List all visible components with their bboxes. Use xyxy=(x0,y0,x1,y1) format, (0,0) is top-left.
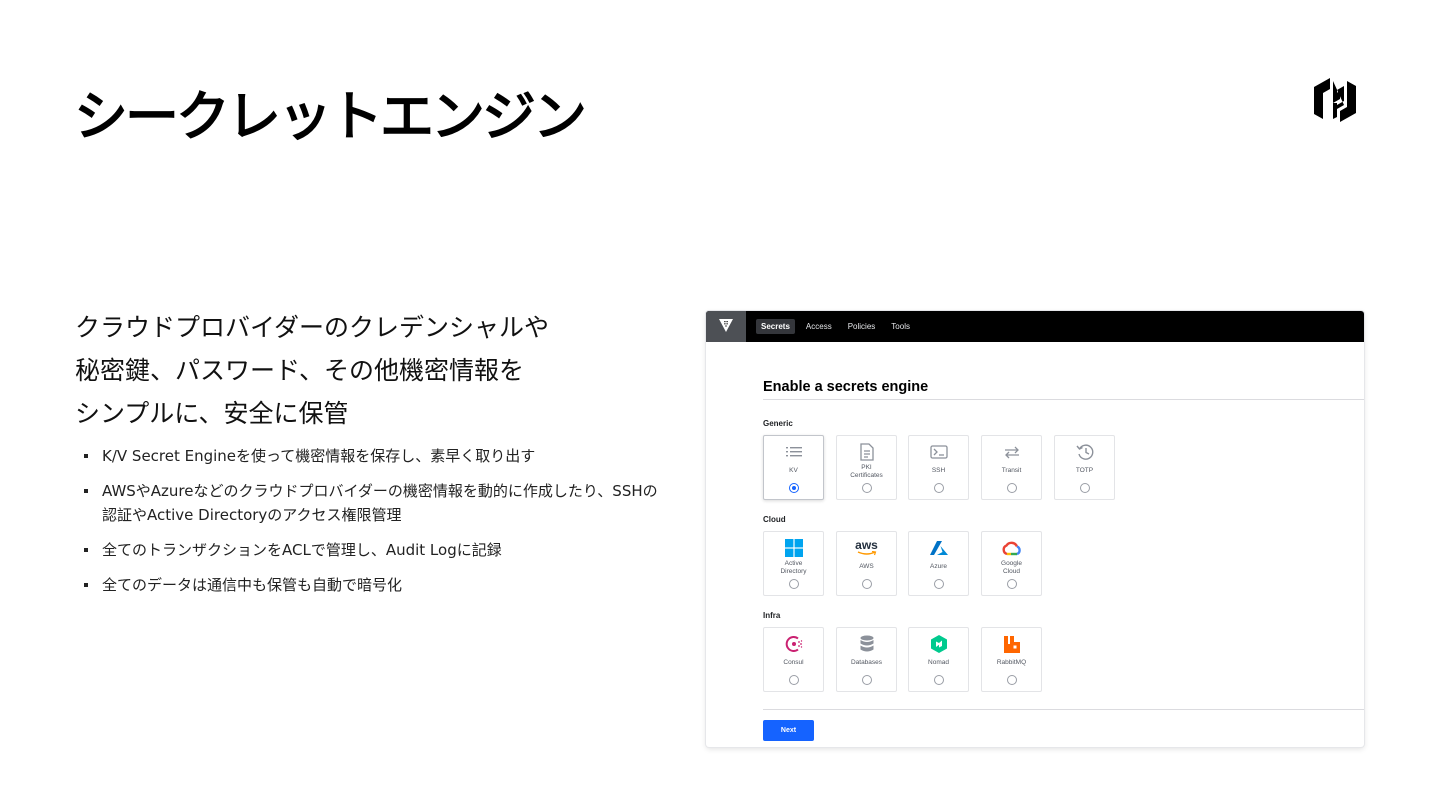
engine-card-label: RabbitMQ xyxy=(996,659,1027,666)
nav-secrets[interactable]: Secrets xyxy=(756,319,795,334)
engine-card-rabbitmq[interactable]: RabbitMQ xyxy=(981,627,1042,692)
group-label-infra: Infra xyxy=(763,611,781,620)
nomad-logo-icon xyxy=(909,634,968,654)
engine-radio[interactable] xyxy=(1007,483,1017,493)
divider xyxy=(763,399,1364,400)
engine-card-label: KV xyxy=(789,467,798,474)
top-nav-bar: Secrets Access Policies Tools xyxy=(706,311,1364,342)
engine-card-label: AWS xyxy=(859,563,874,570)
engine-radio[interactable] xyxy=(1007,579,1017,589)
engine-radio[interactable] xyxy=(1080,483,1090,493)
bullet-item: 全てのトランザクションをACLで管理し、Audit Logに記録 xyxy=(84,538,664,562)
engine-radio[interactable] xyxy=(1007,675,1017,685)
engine-card-label: Transit xyxy=(1001,467,1022,474)
azure-logo-icon xyxy=(909,538,968,558)
consul-logo-icon xyxy=(764,634,823,654)
engine-card-ssh[interactable]: SSH xyxy=(908,435,969,500)
feature-bullet-list: K/V Secret Engineを使って機密情報を保存し、素早く取り出す AW… xyxy=(84,444,664,608)
next-button[interactable]: Next xyxy=(763,720,814,741)
engine-card-transit[interactable]: Transit xyxy=(981,435,1042,500)
engine-card-nomad[interactable]: Nomad xyxy=(908,627,969,692)
document-icon xyxy=(837,442,896,462)
engine-card-label: Azure xyxy=(930,563,947,570)
engine-card-aws[interactable]: aws AWS xyxy=(836,531,897,596)
swap-arrows-icon xyxy=(982,442,1041,462)
engine-radio[interactable] xyxy=(934,483,944,493)
engine-radio[interactable] xyxy=(934,675,944,685)
lead-line: 秘密鍵、パスワード、その他機密情報を xyxy=(75,356,525,385)
nav-access[interactable]: Access xyxy=(801,319,837,334)
engine-radio[interactable] xyxy=(934,579,944,589)
engine-card-totp[interactable]: TOTP xyxy=(1054,435,1115,500)
vault-logo[interactable] xyxy=(706,311,746,342)
engine-card-label: Nomad xyxy=(928,659,949,666)
engine-card-kv[interactable]: KV xyxy=(763,435,824,500)
database-icon xyxy=(837,634,896,654)
slide-title: シークレットエンジン xyxy=(74,85,587,148)
hashicorp-logo-icon xyxy=(1314,78,1356,122)
engine-card-label: PKI Certificates xyxy=(850,464,883,479)
group-label-generic: Generic xyxy=(763,419,793,428)
engine-card-databases[interactable]: Databases xyxy=(836,627,897,692)
vault-ui-screenshot: Secrets Access Policies Tools Enable a s… xyxy=(706,311,1364,747)
page-title: Enable a secrets engine xyxy=(763,379,929,395)
engine-card-google-cloud[interactable]: Google Cloud xyxy=(981,531,1042,596)
engine-card-label: TOTP xyxy=(1075,467,1094,474)
engine-card-label: Databases xyxy=(850,659,883,666)
list-icon xyxy=(764,442,823,462)
engine-radio[interactable] xyxy=(789,675,799,685)
nav-tools[interactable]: Tools xyxy=(886,319,915,334)
lead-text: クラウドプロバイダーのクレデンシャルや 秘密鍵、パスワード、その他機密情報を シ… xyxy=(75,306,675,435)
engine-card-azure[interactable]: Azure xyxy=(908,531,969,596)
engine-card-label: Google Cloud xyxy=(1001,560,1022,575)
engine-radio[interactable] xyxy=(789,579,799,589)
engine-radio[interactable] xyxy=(789,483,799,493)
group-label-cloud: Cloud xyxy=(763,515,786,524)
engine-card-consul[interactable]: Consul xyxy=(763,627,824,692)
aws-wordmark: aws xyxy=(855,538,878,552)
terminal-icon xyxy=(909,442,968,462)
google-cloud-logo-icon xyxy=(982,538,1041,558)
vault-triangle-icon xyxy=(719,319,733,332)
engine-radio[interactable] xyxy=(862,675,872,685)
engine-card-active-directory[interactable]: Active Directory xyxy=(763,531,824,596)
bullet-item: 全てのデータは通信中も保管も自動で暗号化 xyxy=(84,573,664,597)
bullet-item: AWSやAzureなどのクラウドプロバイダーの機密情報を動的に作成したり、SSH… xyxy=(84,479,664,527)
windows-logo-icon xyxy=(764,538,823,558)
engine-card-label: SSH xyxy=(931,467,946,474)
engine-card-label: Active Directory xyxy=(780,560,807,575)
history-clock-icon xyxy=(1055,442,1114,462)
divider xyxy=(763,709,1364,710)
engine-card-label: Consul xyxy=(783,659,804,666)
engine-card-pki[interactable]: PKI Certificates xyxy=(836,435,897,500)
engine-radio[interactable] xyxy=(862,579,872,589)
nav-policies[interactable]: Policies xyxy=(843,319,881,334)
aws-logo-icon: aws xyxy=(837,538,896,558)
bullet-item: K/V Secret Engineを使って機密情報を保存し、素早く取り出す xyxy=(84,444,664,468)
rabbitmq-logo-icon xyxy=(982,634,1041,654)
lead-line: シンプルに、安全に保管 xyxy=(75,399,349,428)
lead-line: クラウドプロバイダーのクレデンシャルや xyxy=(75,313,550,342)
engine-radio[interactable] xyxy=(862,483,872,493)
main-nav: Secrets Access Policies Tools xyxy=(756,319,915,334)
